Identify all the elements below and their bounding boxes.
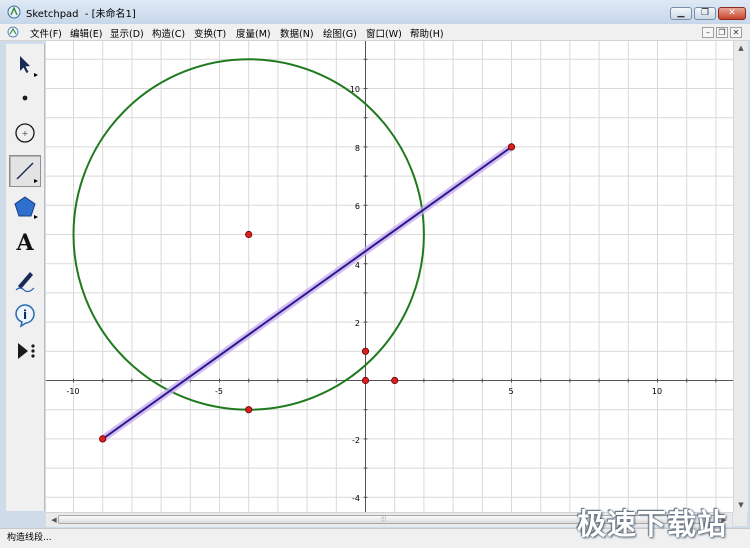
point[interactable] — [99, 435, 107, 443]
marker-tool[interactable] — [9, 263, 41, 295]
segment-icon — [16, 162, 38, 183]
text-a-icon: A — [16, 230, 34, 256]
point[interactable] — [245, 230, 253, 239]
point[interactable] — [245, 406, 253, 414]
menu-construct[interactable]: 构造(C) — [152, 26, 185, 40]
menu-help[interactable]: 帮助(H) — [410, 26, 444, 40]
text-tool[interactable]: A — [9, 227, 41, 259]
arrow-select-tool[interactable] — [9, 49, 41, 81]
scroll-corner — [733, 512, 747, 526]
menu-window[interactable]: 窗口(W) — [366, 26, 402, 40]
sketchpad-app-icon — [7, 5, 21, 19]
arrow-icon — [20, 56, 38, 77]
grip-icon: ⦙⦙⦙ — [381, 514, 387, 523]
restore-icon: ❐ — [700, 8, 710, 18]
close-icon: ✕ — [732, 28, 740, 37]
point[interactable] — [507, 143, 516, 151]
play-more-icon — [18, 343, 35, 359]
vertical-scrollbar[interactable]: ▲ ▼ — [733, 41, 748, 512]
menu-graph[interactable]: 绘图(G) — [323, 26, 357, 40]
doc-close-button[interactable]: ✕ — [730, 27, 742, 38]
x-tick-label: 10 — [652, 387, 662, 396]
x-tick-label: -5 — [215, 387, 223, 396]
info-icon: i — [15, 304, 35, 328]
watermark-text: 极速下载站 — [577, 507, 728, 541]
menu-file[interactable]: 文件(F) — [30, 26, 62, 40]
x-tick-label: -10 — [66, 387, 79, 396]
y-tick-label: 8 — [355, 144, 360, 153]
restore-icon: ❐ — [718, 28, 726, 37]
y-tick-label: 6 — [355, 202, 360, 211]
point-tool[interactable] — [9, 82, 41, 114]
point[interactable] — [361, 347, 370, 355]
status-text: 构造线段... — [7, 533, 52, 543]
minimize-button[interactable]: ▁ — [670, 7, 692, 20]
custom-tools[interactable] — [9, 335, 41, 367]
x-tick-label: 5 — [508, 387, 513, 396]
menu-display[interactable]: 显示(D) — [110, 26, 144, 40]
information-tool[interactable]: i — [9, 299, 41, 331]
straightedge-tool[interactable] — [9, 155, 41, 187]
toolbox-empty-area — [6, 374, 45, 511]
menu-data[interactable]: 数据(N) — [280, 26, 314, 40]
y-tick-label: -2 — [352, 436, 360, 445]
close-icon: ✕ — [728, 8, 736, 18]
y-tick-label: -4 — [352, 494, 360, 503]
close-button[interactable]: ✕ — [718, 7, 746, 20]
minimize-icon: ▁ — [677, 8, 685, 18]
svg-text:i: i — [23, 308, 27, 322]
maximize-button[interactable]: ❐ — [694, 7, 716, 20]
menu-transform[interactable]: 变换(T) — [194, 26, 226, 40]
point[interactable] — [361, 376, 370, 385]
circle-icon: + — [15, 123, 35, 143]
svg-text:+: + — [22, 129, 29, 138]
y-tick-label: 2 — [355, 319, 360, 328]
document-icon[interactable] — [7, 26, 19, 38]
window-title: Sketchpad - [未命名1] — [26, 9, 136, 20]
scroll-up-icon[interactable]: ▲ — [735, 42, 747, 54]
point-icon — [22, 95, 28, 101]
sketch-canvas[interactable]: -10 -5 5 10 10 8 6 4 2 -2 -4 — [46, 41, 733, 512]
point[interactable] — [391, 376, 399, 385]
doc-minimize-button[interactable]: – — [702, 27, 714, 38]
pentagon-icon — [14, 196, 38, 219]
polygon-tool[interactable] — [9, 191, 41, 223]
doc-restore-button[interactable]: ❐ — [716, 27, 728, 38]
toolbox: + A i — [6, 44, 45, 374]
menu-edit[interactable]: 编辑(E) — [70, 26, 102, 40]
pen-icon — [15, 272, 35, 292]
compass-tool[interactable]: + — [9, 117, 41, 149]
menu-measure[interactable]: 度量(M) — [236, 26, 271, 40]
scroll-down-icon[interactable]: ▼ — [735, 499, 747, 511]
minimize-icon: – — [706, 28, 710, 37]
